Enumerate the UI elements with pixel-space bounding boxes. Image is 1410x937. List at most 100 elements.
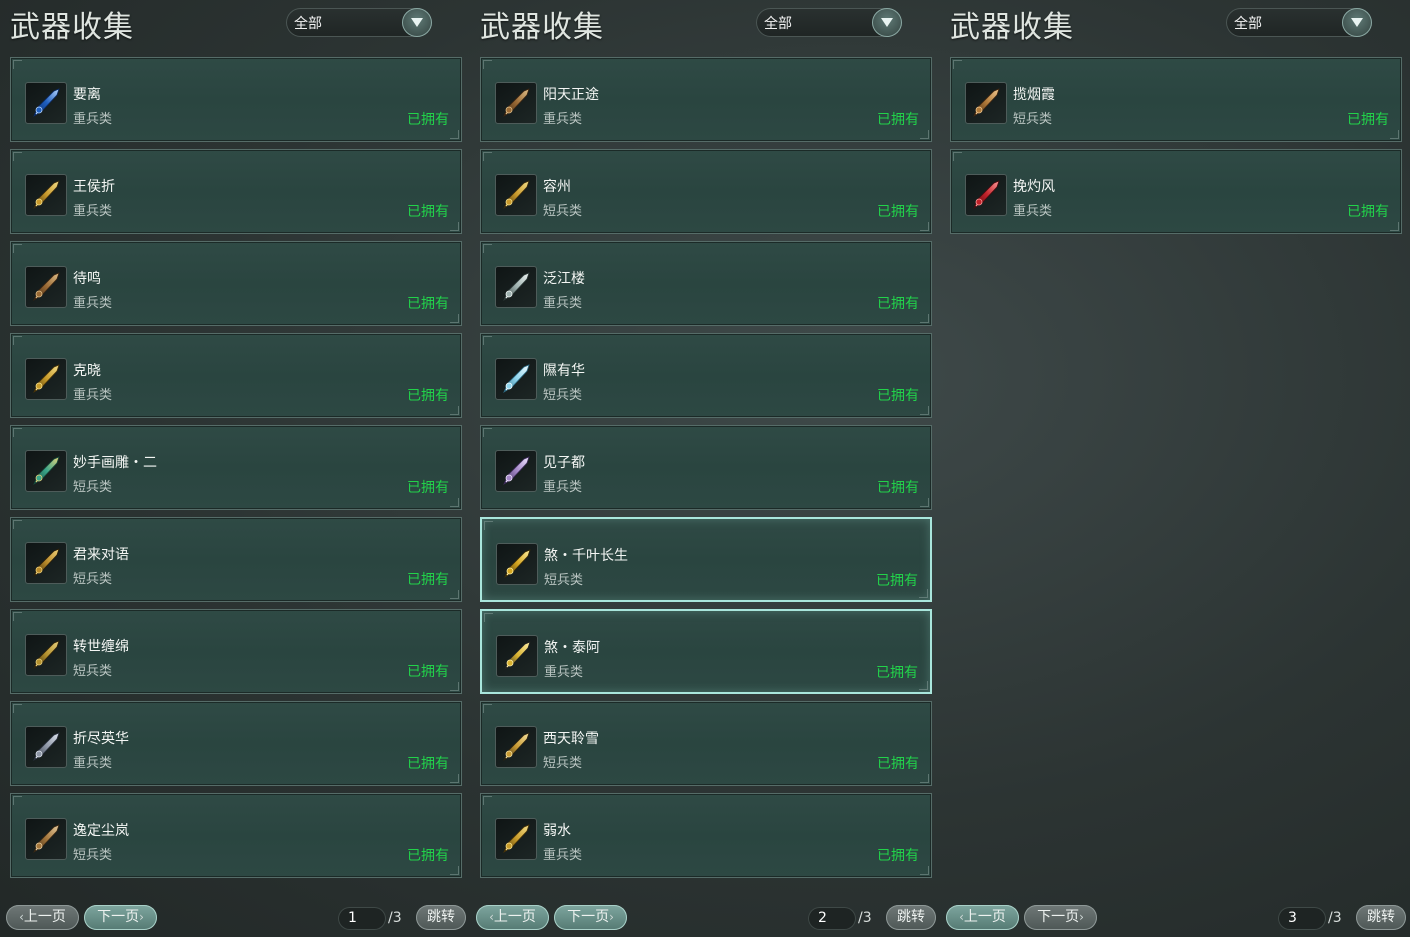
- weapon-type: 重兵类: [1013, 204, 1053, 219]
- page-total: /3: [858, 910, 872, 926]
- weapon-card[interactable]: 泛江楼 重兵类 已拥有: [480, 241, 932, 326]
- weapon-type: 短兵类: [1013, 112, 1053, 127]
- weapon-card[interactable]: 西天聆雪 短兵类 已拥有: [480, 701, 932, 786]
- silver-blade-icon: [495, 266, 537, 308]
- filter-dropdown[interactable]: 全部: [756, 8, 902, 37]
- weapon-type: 重兵类: [73, 296, 113, 311]
- chevron-down-icon[interactable]: [1342, 8, 1372, 37]
- weapon-card[interactable]: 君来对语 短兵类 已拥有: [10, 517, 462, 602]
- weapon-name: 西天聆雪: [543, 731, 599, 747]
- weapon-card[interactable]: 克晓 重兵类 已拥有: [10, 333, 462, 418]
- weapon-name: 克晓: [73, 363, 101, 379]
- owned-status: 已拥有: [1347, 112, 1389, 128]
- gold-dagger-icon: [25, 174, 67, 216]
- weapon-name: 煞・千叶长生: [544, 548, 628, 564]
- gold-blade-icon: [495, 818, 537, 860]
- weapon-name: 容州: [543, 179, 571, 195]
- jump-button[interactable]: 跳转: [1356, 905, 1406, 930]
- weapon-type: 重兵类: [543, 112, 583, 127]
- owned-status: 已拥有: [407, 572, 449, 588]
- next-page-button[interactable]: 下一页›: [84, 905, 157, 930]
- prev-page-label: 上一页: [493, 909, 536, 925]
- weapon-card[interactable]: 要离 重兵类 已拥有: [10, 57, 462, 142]
- prev-page-button[interactable]: ‹上一页: [946, 905, 1019, 930]
- gold-knife-icon: [25, 542, 67, 584]
- next-page-button[interactable]: 下一页›: [1024, 905, 1097, 930]
- chevron-down-icon[interactable]: [872, 8, 902, 37]
- weapon-card[interactable]: 煞・千叶长生 短兵类 已拥有: [480, 517, 932, 602]
- next-page-label: 下一页: [1037, 909, 1080, 925]
- bronze-blade-icon: [25, 266, 67, 308]
- weapon-card[interactable]: 煞・泰阿 重兵类 已拥有: [480, 609, 932, 694]
- weapon-card[interactable]: 阳天正途 重兵类 已拥有: [480, 57, 932, 142]
- collection-panel-1: 武器收集 全部 要离 重兵类 已拥有 王侯折 重兵类 已拥有 待鸣 重兵类 已拥…: [0, 0, 470, 937]
- gold-blade-icon: [25, 358, 67, 400]
- weapon-name: 泛江楼: [543, 271, 585, 287]
- owned-status: 已拥有: [877, 480, 919, 496]
- owned-status: 已拥有: [407, 388, 449, 404]
- collection-panel-2: 武器收集 全部 阳天正途 重兵类 已拥有 容州 短兵类 已拥有 泛江楼 重兵类 …: [470, 0, 940, 937]
- bronze-blade-icon: [495, 82, 537, 124]
- owned-status: 已拥有: [407, 756, 449, 772]
- weapon-card[interactable]: 隰有华 短兵类 已拥有: [480, 333, 932, 418]
- gold-spear-icon: [495, 726, 537, 768]
- weapon-card[interactable]: 逸定尘岚 短兵类 已拥有: [10, 793, 462, 878]
- filter-value: 全部: [1234, 16, 1262, 32]
- filter-dropdown[interactable]: 全部: [1226, 8, 1372, 37]
- next-page-label: 下一页: [97, 909, 140, 925]
- crystal-dagger-icon: [495, 358, 537, 400]
- weapon-name: 王侯折: [73, 179, 115, 195]
- owned-status: 已拥有: [877, 388, 919, 404]
- weapon-card[interactable]: 挽灼风 重兵类 已拥有: [950, 149, 1402, 234]
- filter-value: 全部: [764, 16, 792, 32]
- blue-crescent-blade-icon: [25, 82, 67, 124]
- weapon-name: 隰有华: [543, 363, 585, 379]
- weapon-card[interactable]: 转世缠绵 短兵类 已拥有: [10, 609, 462, 694]
- owned-status: 已拥有: [876, 573, 918, 589]
- weapon-name: 君来对语: [73, 547, 129, 563]
- weapon-type: 短兵类: [544, 573, 584, 588]
- owned-status: 已拥有: [877, 204, 919, 220]
- weapon-card[interactable]: 揽烟霞 短兵类 已拥有: [950, 57, 1402, 142]
- weapon-card[interactable]: 弱水 重兵类 已拥有: [480, 793, 932, 878]
- jump-button[interactable]: 跳转: [886, 905, 936, 930]
- weapon-type: 短兵类: [73, 480, 113, 495]
- weapon-type: 重兵类: [73, 112, 113, 127]
- weapon-card[interactable]: 待鸣 重兵类 已拥有: [10, 241, 462, 326]
- chevron-down-icon[interactable]: [402, 8, 432, 37]
- weapon-type: 短兵类: [73, 664, 113, 679]
- jump-button[interactable]: 跳转: [416, 905, 466, 930]
- violet-crystal-blade-icon: [495, 450, 537, 492]
- page-number-input[interactable]: 3: [1278, 907, 1326, 930]
- panel-title: 武器收集: [950, 10, 1074, 45]
- weapon-type: 重兵类: [543, 296, 583, 311]
- owned-status: 已拥有: [877, 296, 919, 312]
- bronze-dagger-icon: [25, 818, 67, 860]
- weapon-name: 挽灼风: [1013, 179, 1055, 195]
- prev-page-label: 上一页: [23, 909, 66, 925]
- weapon-name: 妙手画雕・二: [73, 455, 157, 471]
- weapon-card[interactable]: 见子都 重兵类 已拥有: [480, 425, 932, 510]
- owned-status: 已拥有: [407, 848, 449, 864]
- weapon-card[interactable]: 妙手画雕・二 短兵类 已拥有: [10, 425, 462, 510]
- weapon-card[interactable]: 折尽英华 重兵类 已拥有: [10, 701, 462, 786]
- prev-page-button[interactable]: ‹上一页: [6, 905, 79, 930]
- prev-page-button[interactable]: ‹上一页: [476, 905, 549, 930]
- weapon-card[interactable]: 王侯折 重兵类 已拥有: [10, 149, 462, 234]
- filter-dropdown[interactable]: 全部: [286, 8, 432, 37]
- owned-status: 已拥有: [407, 296, 449, 312]
- next-page-label: 下一页: [567, 909, 610, 925]
- gold-ring-dagger-icon: [496, 543, 538, 585]
- weapon-name: 揽烟霞: [1013, 87, 1055, 103]
- weapon-type: 重兵类: [543, 848, 583, 863]
- weapon-card[interactable]: 容州 短兵类 已拥有: [480, 149, 932, 234]
- weapon-name: 见子都: [543, 455, 585, 471]
- weapon-type: 短兵类: [73, 848, 113, 863]
- weapon-type: 重兵类: [73, 756, 113, 771]
- weapon-name: 阳天正途: [543, 87, 599, 103]
- page-number-input[interactable]: 2: [808, 907, 856, 930]
- weapon-type: 重兵类: [544, 665, 584, 680]
- page-number-input[interactable]: 1: [338, 907, 386, 930]
- bronze-cross-dagger-icon: [965, 82, 1007, 124]
- next-page-button[interactable]: 下一页›: [554, 905, 627, 930]
